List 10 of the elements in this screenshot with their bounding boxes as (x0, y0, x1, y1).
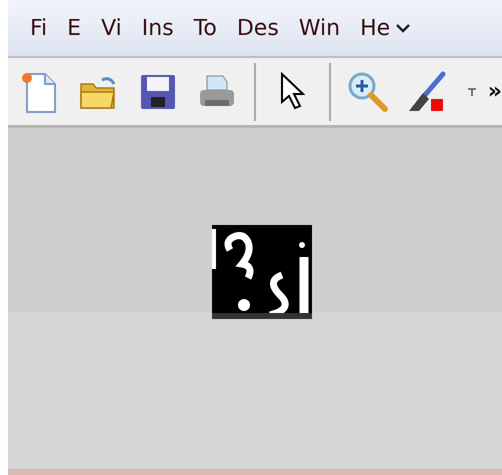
menu-item[interactable]: Vi (101, 16, 122, 40)
menu-item[interactable]: Ins (142, 16, 174, 40)
menu-item[interactable]: He (360, 16, 390, 40)
menu-item[interactable]: Win (298, 16, 340, 40)
menu-item[interactable]: E (67, 16, 82, 40)
menu-item[interactable]: Fi (30, 16, 48, 40)
menu-item[interactable]: Des (236, 16, 279, 40)
menu-item[interactable]: To (194, 16, 217, 40)
overflow-button[interactable]: » (488, 79, 502, 104)
chevron-icon[interactable] (396, 23, 410, 33)
